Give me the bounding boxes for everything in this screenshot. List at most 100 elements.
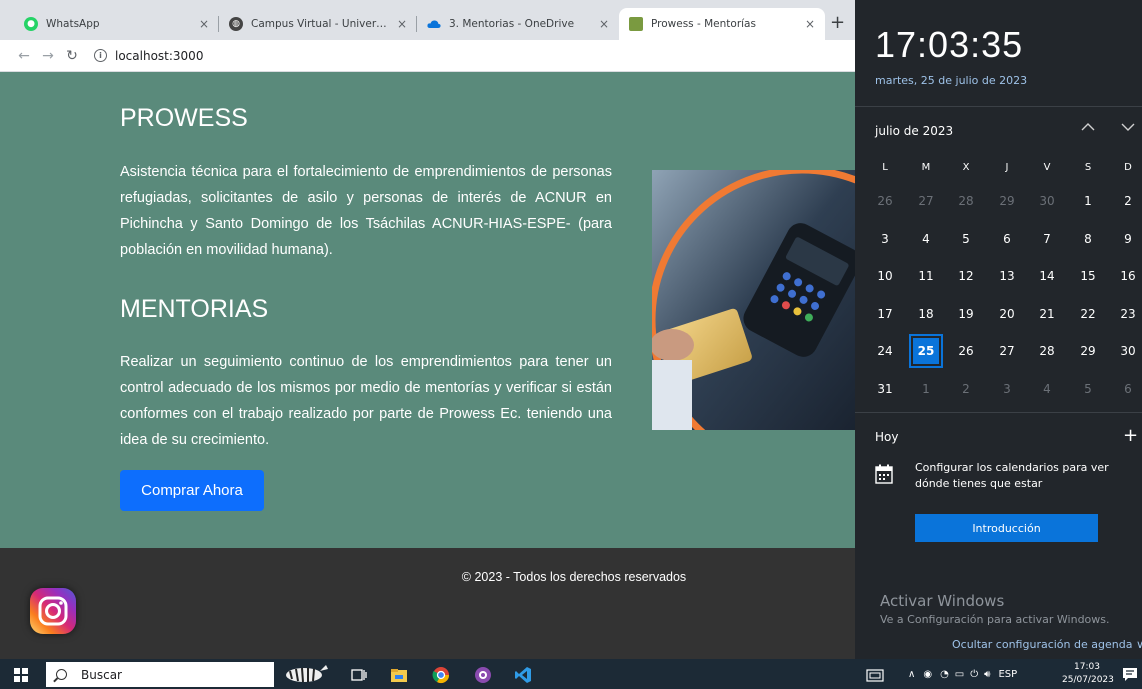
network-icon[interactable]: ◔ — [940, 669, 949, 680]
github-desktop-icon[interactable] — [474, 666, 492, 684]
onedrive-icon — [427, 17, 441, 31]
calendar-day[interactable]: 6 — [987, 224, 1027, 254]
calendar-day[interactable]: 2 — [1108, 186, 1142, 216]
tab-whatsapp[interactable]: ● WhatsApp × — [14, 8, 219, 40]
section-text-prowess: Asistencia técnica para el fortalecimien… — [120, 164, 612, 258]
notification-center-icon[interactable] — [1122, 666, 1140, 684]
hide-agenda-link[interactable]: Ocultar configuración de agenda ∨ — [952, 638, 1142, 651]
url-field[interactable]: i localhost:3000 — [94, 49, 203, 63]
taskbar-time: 17:03 — [1074, 662, 1100, 672]
calendar-day[interactable]: 12 — [946, 261, 986, 291]
forward-arrow-icon[interactable]: → — [36, 48, 60, 64]
calendar-day[interactable]: 27 — [906, 186, 946, 216]
calendar-day[interactable]: 14 — [1027, 261, 1067, 291]
weekday-label: L — [882, 162, 888, 173]
browser-tab-bar: ● WhatsApp × ◍ Campus Virtual - Universi… — [0, 0, 855, 40]
calendar-day[interactable]: 17 — [865, 299, 905, 329]
calendar-day[interactable]: 26 — [865, 186, 905, 216]
windows-start-icon[interactable] — [14, 668, 28, 682]
calendar-day[interactable]: 19 — [946, 299, 986, 329]
calendar-day[interactable]: 27 — [987, 336, 1027, 366]
file-explorer-icon[interactable] — [390, 666, 408, 684]
battery-icon[interactable]: ▭ — [955, 669, 964, 680]
calendar-day[interactable]: 13 — [987, 261, 1027, 291]
calendar-day[interactable]: 2 — [946, 374, 986, 404]
calendar-day[interactable]: 29 — [987, 186, 1027, 216]
power-icon[interactable]: ⏻ — [970, 669, 978, 680]
calendar-day[interactable]: 26 — [946, 336, 986, 366]
calendar-day[interactable]: 5 — [1068, 374, 1108, 404]
calendar-day[interactable]: 21 — [1027, 299, 1067, 329]
calendar-day[interactable]: 28 — [946, 186, 986, 216]
weekday-label: J — [1005, 162, 1009, 173]
calendar-day[interactable]: 23 — [1108, 299, 1142, 329]
chrome-icon[interactable] — [432, 666, 450, 684]
calendar-month-label[interactable]: julio de 2023 — [875, 124, 953, 138]
tab-prowess[interactable]: Prowess - Mentorías × — [619, 8, 825, 40]
record-icon[interactable]: ◉ — [923, 669, 932, 680]
close-icon[interactable]: × — [199, 17, 209, 31]
buy-now-button[interactable]: Comprar Ahora — [120, 470, 264, 511]
chevron-up-icon[interactable]: ∧ — [908, 669, 915, 680]
calendar-day[interactable]: 28 — [1027, 336, 1067, 366]
calendar-day[interactable]: 15 — [1068, 261, 1108, 291]
calendar-flyout: 17:03:35 martes, 25 de julio de 2023 jul… — [855, 0, 1142, 659]
whatsapp-icon: ● — [24, 17, 38, 31]
calendar-day[interactable]: 8 — [1068, 224, 1108, 254]
reload-icon[interactable]: ↻ — [60, 48, 84, 64]
introduction-button[interactable]: Introducción — [915, 514, 1098, 542]
calendar-day[interactable]: 10 — [865, 261, 905, 291]
calendar-day[interactable]: 16 — [1108, 261, 1142, 291]
info-icon[interactable]: i — [94, 49, 107, 62]
tab-onedrive[interactable]: 3. Mentorias - OneDrive × — [417, 8, 619, 40]
chevron-down-icon[interactable] — [1121, 120, 1135, 136]
calendar-day[interactable]: 4 — [1027, 374, 1067, 404]
calendar-day[interactable]: 22 — [1068, 299, 1108, 329]
close-icon[interactable]: × — [397, 17, 407, 31]
chevron-up-icon[interactable] — [1081, 120, 1095, 136]
calendar-day[interactable]: 31 — [865, 374, 905, 404]
close-icon[interactable]: × — [805, 17, 815, 31]
instagram-icon[interactable] — [30, 588, 76, 634]
payment-terminal-image — [652, 170, 855, 430]
calendar-day[interactable]: 11 — [906, 261, 946, 291]
close-icon[interactable]: × — [599, 17, 609, 31]
weekday-label: X — [962, 162, 970, 173]
search-icon — [56, 669, 67, 680]
add-event-icon[interactable]: + — [1123, 425, 1138, 446]
calendar-day[interactable]: 29 — [1068, 336, 1108, 366]
calendar-day[interactable]: 3 — [865, 224, 905, 254]
weekday-label: S — [1084, 162, 1092, 173]
long-date[interactable]: martes, 25 de julio de 2023 — [875, 74, 1027, 87]
calendar-day[interactable]: 30 — [1027, 186, 1067, 216]
tab-campus-virtual[interactable]: ◍ Campus Virtual - Universidad de × — [219, 8, 417, 40]
calendar-day[interactable]: 3 — [987, 374, 1027, 404]
calendar-day[interactable]: 9 — [1108, 224, 1142, 254]
touch-keyboard-icon[interactable] — [866, 666, 884, 684]
calendar-day[interactable]: 7 — [1027, 224, 1067, 254]
calendar-day-today[interactable]: 25 — [909, 334, 943, 368]
back-arrow-icon[interactable]: ← — [12, 48, 36, 64]
calendar-day[interactable]: 6 — [1108, 374, 1142, 404]
taskbar-clock[interactable]: 17:03 25/07/2023 — [1062, 661, 1114, 687]
new-tab-button[interactable]: + — [830, 12, 845, 33]
taskbar-search[interactable]: Buscar — [46, 662, 274, 687]
task-view-icon[interactable] — [350, 666, 368, 684]
calendar-day[interactable]: 20 — [987, 299, 1027, 329]
divider — [855, 412, 1142, 413]
calendar-day[interactable]: 5 — [946, 224, 986, 254]
calendar-day[interactable]: 24 — [865, 336, 905, 366]
language-indicator[interactable]: ESP — [998, 669, 1017, 680]
vscode-icon[interactable] — [514, 666, 532, 684]
globe-icon: ◍ — [229, 17, 243, 31]
system-tray: ∧ ◉ ◔ ▭ ⏻ 🔊︎ ESP — [908, 659, 1017, 689]
tab-title: 3. Mentorias - OneDrive — [449, 18, 575, 30]
calendar-day[interactable]: 18 — [906, 299, 946, 329]
activate-windows-title: Activar Windows — [880, 592, 1005, 610]
calendar-day[interactable]: 4 — [906, 224, 946, 254]
divider — [855, 106, 1142, 107]
calendar-day[interactable]: 30 — [1108, 336, 1142, 366]
calendar-day[interactable]: 1 — [906, 374, 946, 404]
volume-icon[interactable]: 🔊︎ — [984, 669, 990, 680]
calendar-day[interactable]: 1 — [1068, 186, 1108, 216]
